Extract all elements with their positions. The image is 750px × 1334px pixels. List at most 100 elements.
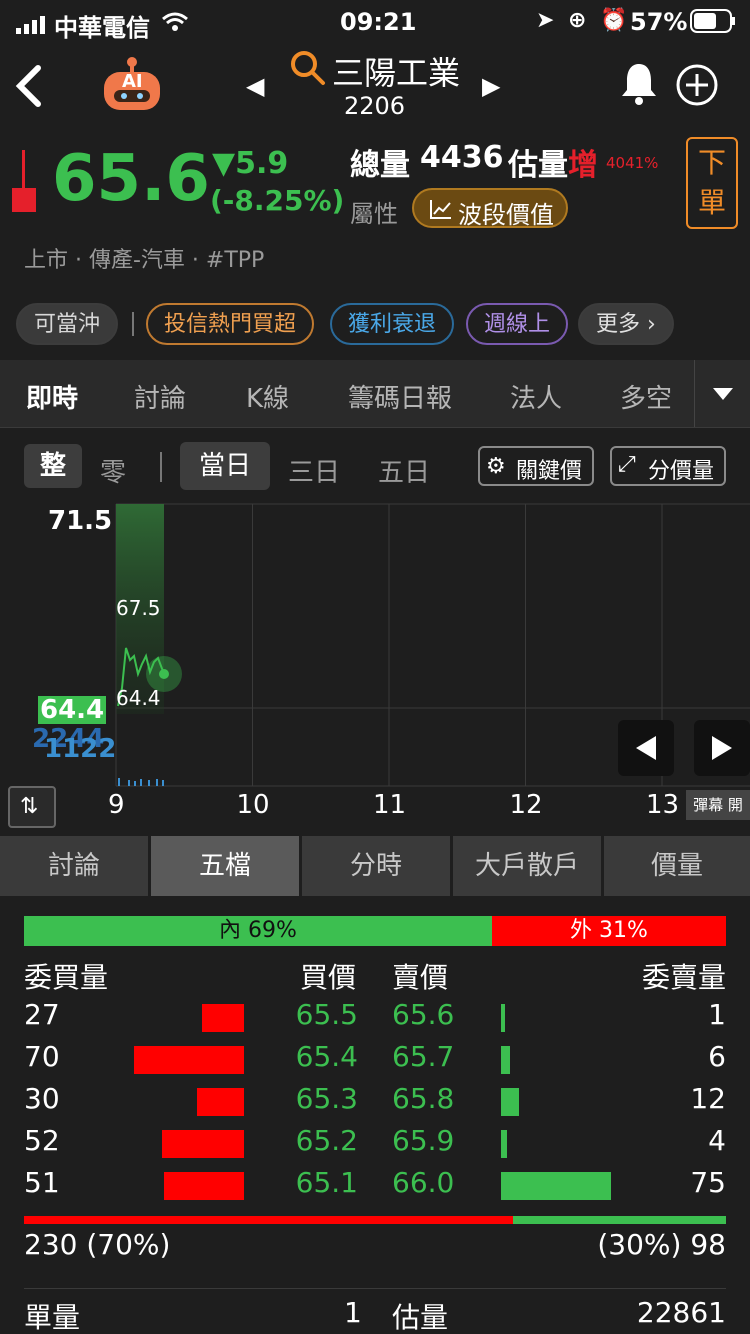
bid-volume: 27 <box>24 998 60 1031</box>
tab-discussion[interactable]: 討論 <box>134 378 186 415</box>
whole-lot-toggle[interactable]: 整 <box>24 444 82 488</box>
key-price-button[interactable]: ⚙ 關鍵價 <box>478 446 594 486</box>
order-book-row[interactable]: 27 65.5 65.6 1 <box>0 998 750 1040</box>
triangle-down-icon <box>713 388 733 400</box>
swap-button[interactable]: ⇅ <box>8 786 56 828</box>
inner-ratio-bar: 內 69% <box>24 916 492 946</box>
bottom-tab-minute[interactable]: 分時 <box>302 836 450 896</box>
range-five-day[interactable]: 五日 <box>378 452 430 489</box>
x-tick-label: 13 <box>646 790 680 820</box>
x-tick-label: 11 <box>373 790 407 820</box>
chart-next-button[interactable] <box>694 720 750 776</box>
bid-volume-bar <box>197 1088 244 1116</box>
last-price: 65.6 <box>52 142 210 216</box>
tab-kline[interactable]: K線 <box>246 378 289 415</box>
intraday-chart[interactable] <box>0 498 750 838</box>
order-book-row[interactable]: 51 65.1 66.0 75 <box>0 1166 750 1208</box>
danmu-toggle[interactable]: 彈幕 開 <box>686 790 750 820</box>
back-button[interactable] <box>14 64 44 112</box>
footer-divider <box>24 1288 726 1289</box>
single-volume-label: 單量 <box>24 1301 81 1334</box>
ask-volume: 1 <box>708 998 726 1031</box>
tab-realtime[interactable]: 即時 <box>26 378 78 415</box>
bid-price[interactable]: 65.4 <box>296 1040 358 1073</box>
ask-price[interactable]: 66.0 <box>392 1166 454 1199</box>
order-book-header: 委買量 買價 賣價 委賣量 <box>0 956 750 998</box>
tag-weekly-above[interactable]: 週線上 <box>466 303 569 345</box>
attribute-tag[interactable]: 波段價值 <box>412 188 568 229</box>
clock: 09:21 <box>340 8 417 36</box>
tag-day-trade[interactable]: 可當沖 <box>16 303 119 345</box>
tab-institutional[interactable]: 法人 <box>510 378 562 415</box>
signal-icon <box>16 12 46 40</box>
ask-volume: 75 <box>690 1166 726 1199</box>
header-ask-price: 賣價 <box>392 961 449 994</box>
bid-total-bar <box>24 1216 513 1224</box>
search-icon[interactable] <box>290 50 326 90</box>
estimate-volume-label: 估量 <box>392 1301 449 1334</box>
volume-bars <box>118 778 164 786</box>
bottom-tab-discussion[interactable]: 討論 <box>0 836 148 896</box>
header-bid-volume: 委買量 <box>24 961 109 994</box>
inner-ratio-label: 內 69% <box>219 918 297 943</box>
bottom-tab-large-small[interactable]: 大戶散戶 <box>453 836 601 896</box>
tag-trust-hot-buy[interactable]: 投信熱門買超 <box>146 303 315 345</box>
market-info: 上市 · 傳產-汽車 · #TPP <box>24 248 265 273</box>
range-three-day[interactable]: 三日 <box>288 452 340 489</box>
bell-icon[interactable] <box>620 62 658 110</box>
ask-price[interactable]: 65.8 <box>392 1082 454 1115</box>
order-button[interactable]: 下 單 <box>686 137 738 229</box>
chart-prev-button[interactable] <box>618 720 674 776</box>
bid-volume: 30 <box>24 1082 60 1115</box>
ask-price[interactable]: 65.7 <box>392 1040 454 1073</box>
x-tick-label: 9 <box>108 790 125 820</box>
next-stock-button[interactable]: ▶ <box>482 72 500 100</box>
ask-price[interactable]: 65.9 <box>392 1124 454 1157</box>
estimate-volume-value: 22861 <box>636 1296 726 1329</box>
bid-price[interactable]: 65.3 <box>296 1082 358 1115</box>
control-divider <box>160 452 162 482</box>
high-label: 67.5 <box>116 596 161 620</box>
battery-percent: 57% <box>630 8 688 36</box>
price-change-pct: (-8.25%) <box>210 184 345 217</box>
bid-volume: 70 <box>24 1040 60 1073</box>
volume-value: 4436 <box>420 140 504 175</box>
bottom-tab-price-volume[interactable]: 價量 <box>604 836 750 896</box>
bid-price[interactable]: 65.2 <box>296 1124 358 1157</box>
order-book-row[interactable]: 52 65.2 65.9 4 <box>0 1124 750 1166</box>
tab-long-short[interactable]: 多空 <box>620 378 672 415</box>
bid-volume: 51 <box>24 1166 60 1199</box>
ask-volume: 4 <box>708 1124 726 1157</box>
tag-more[interactable]: 更多 › <box>578 303 674 345</box>
tag-profit-decline[interactable]: 獲利衰退 <box>330 303 455 345</box>
plus-circle-icon <box>676 64 718 106</box>
bid-price[interactable]: 65.5 <box>296 998 358 1031</box>
stock-name[interactable]: 三陽工業 <box>332 48 460 94</box>
ai-assistant-button[interactable]: AI <box>100 56 164 112</box>
estimate-label: 估量 <box>508 148 568 183</box>
ask-volume-bar <box>501 1004 505 1032</box>
prev-stock-button[interactable]: ◀ <box>246 72 264 100</box>
odd-lot-toggle[interactable]: 零 <box>100 452 126 489</box>
price-volume-button[interactable]: ⤢ 分價量 <box>610 446 726 486</box>
bid-price[interactable]: 65.1 <box>296 1166 358 1199</box>
chart-panel: 整 零 當日 三日 五日 ⚙ 關鍵價 ⤢ 分價量 71.5 67.5 64.4 … <box>0 428 750 836</box>
single-volume-value: 1 <box>344 1296 362 1329</box>
triangle-right-icon <box>712 736 732 760</box>
tab-chip-daily[interactable]: 籌碼日報 <box>348 378 452 415</box>
order-book-row[interactable]: 70 65.4 65.7 6 <box>0 1040 750 1082</box>
bottom-tab-five-levels[interactable]: 五檔 <box>151 836 299 896</box>
orientation-lock-icon: ⊕ <box>568 8 587 33</box>
tab-expand-button[interactable] <box>694 360 750 427</box>
bid-volume-bar <box>134 1046 244 1074</box>
ask-total: (30%) 98 <box>597 1228 726 1261</box>
ai-label: AI <box>122 71 143 92</box>
add-watchlist-button[interactable] <box>676 64 718 110</box>
order-book-row[interactable]: 30 65.3 65.8 12 <box>0 1082 750 1124</box>
range-today[interactable]: 當日 <box>180 442 270 490</box>
ask-volume: 12 <box>690 1082 726 1115</box>
main-tab-bar: 即時 討論 K線 籌碼日報 法人 多空 <box>0 360 750 428</box>
ask-volume-bar <box>501 1088 519 1116</box>
ask-price[interactable]: 65.6 <box>392 998 454 1031</box>
header-ask-volume: 委賣量 <box>641 961 726 994</box>
